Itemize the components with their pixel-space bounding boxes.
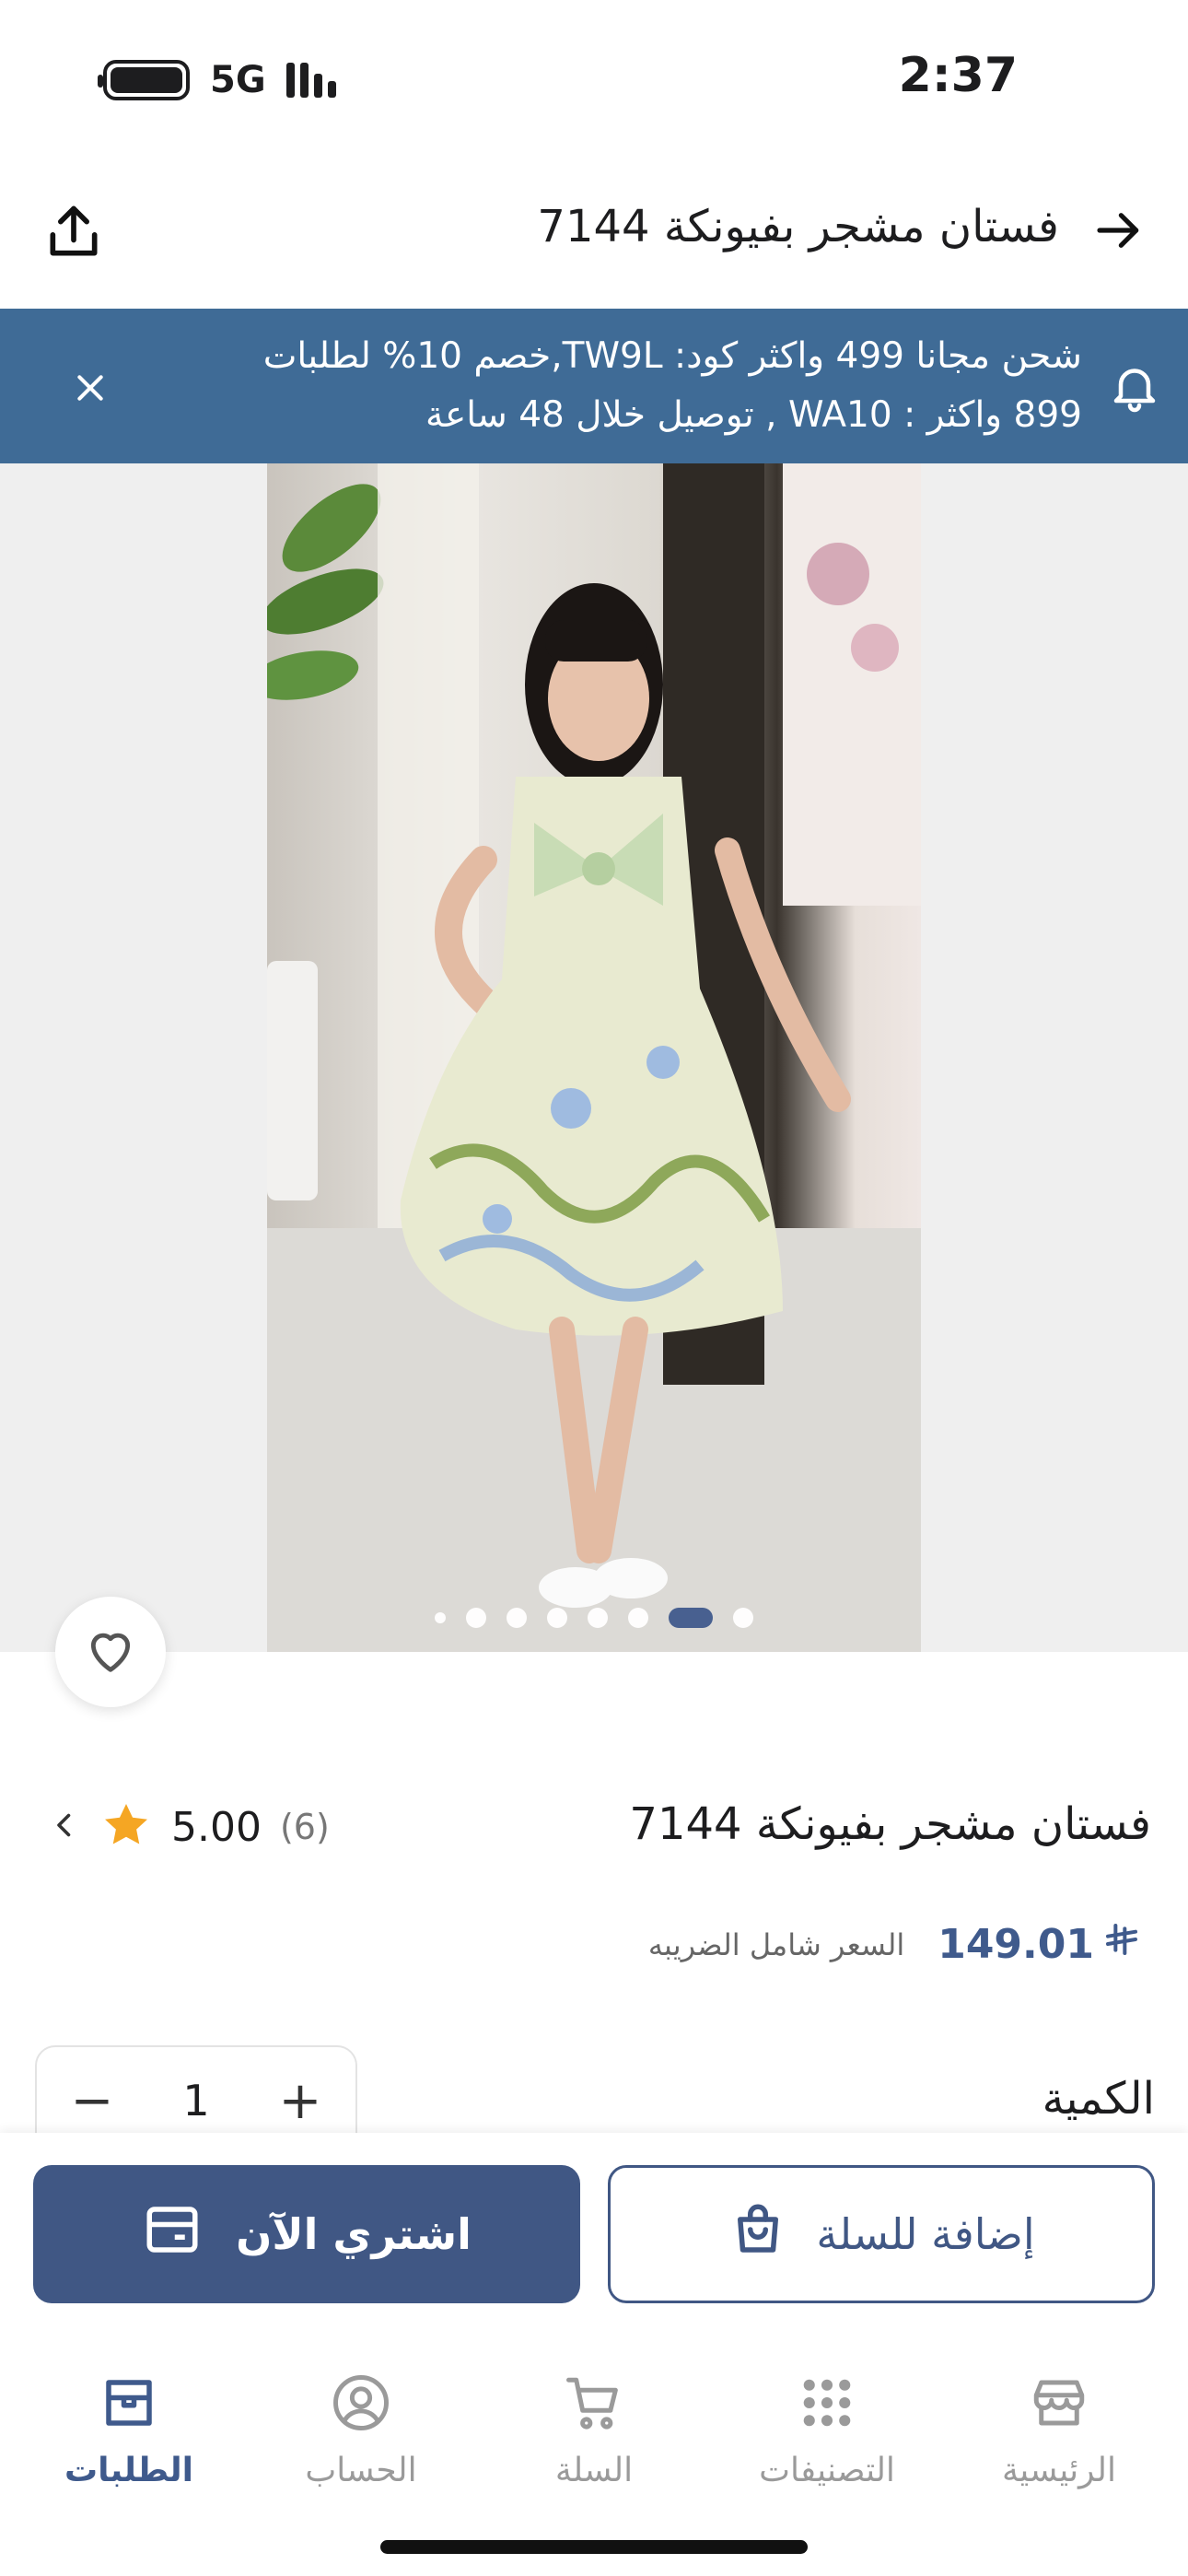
tab-account[interactable]: الحساب: [260, 2372, 462, 2489]
tab-label: التصنيفات: [759, 2452, 895, 2489]
product-price: 149.01: [938, 1921, 1140, 1968]
tab-label: السلة: [554, 2452, 634, 2489]
orders-box-icon: [99, 2372, 159, 2437]
quantity-label: الكمية: [1042, 2073, 1155, 2125]
tax-note: السعر شامل الضريبه: [647, 1926, 905, 1962]
buy-now-button[interactable]: اشتري الآن: [33, 2165, 580, 2303]
status-time: 2:37: [898, 48, 1018, 103]
tab-label: الحساب: [305, 2452, 417, 2489]
promo-line-2: 899 واكثر : WA10 , توصيل خلال 48 ساعة: [425, 394, 1082, 436]
reviews-count: (6): [279, 1807, 330, 1847]
tab-label: الرئيسية: [1002, 2452, 1116, 2489]
store-icon: [1029, 2372, 1089, 2437]
star-icon: [99, 1798, 153, 1856]
bell-icon: [1107, 359, 1162, 415]
price-value: 149.01: [938, 1921, 1094, 1968]
pagination-dot[interactable]: [588, 1608, 608, 1628]
page-header: فستان مشجر بفيونكة 7144: [0, 175, 1188, 309]
tab-home[interactable]: الرئيسية: [958, 2372, 1160, 2489]
cart-icon: [564, 2372, 624, 2437]
tab-label: الطلبات: [64, 2452, 193, 2489]
favorite-button[interactable]: [55, 1597, 166, 1707]
add-to-cart-button[interactable]: إضافة للسلة: [608, 2165, 1155, 2303]
price-row: 149.01 السعر شامل الضريبه: [648, 1921, 1140, 1968]
product-image[interactable]: [267, 463, 921, 1652]
promo-banner: شحن مجانا 499 واكثر كود: TW9L,خصم 10% لط…: [0, 309, 1188, 463]
tab-cart[interactable]: السلة: [493, 2372, 695, 2489]
pagination-dot[interactable]: [733, 1608, 753, 1628]
add-to-cart-label: إضافة للسلة: [816, 2209, 1035, 2259]
signal-icon: [285, 63, 336, 98]
pagination-dot[interactable]: [507, 1608, 527, 1628]
gallery-pagination[interactable]: [0, 1608, 1188, 1628]
promo-line-1: شحن مجانا 499 واكثر كود: TW9L,خصم 10% لط…: [262, 335, 1082, 377]
pagination-dot[interactable]: [547, 1608, 567, 1628]
quantity-increase-button[interactable]: +: [273, 2071, 328, 2131]
shopping-bag-icon: [728, 2199, 788, 2270]
arrow-right-icon[interactable]: [1087, 198, 1151, 263]
rating-summary[interactable]: 5.00 (6): [48, 1798, 330, 1856]
user-icon: [331, 2372, 391, 2437]
buy-now-label: اشتري الآن: [236, 2209, 472, 2259]
card-icon: [142, 2199, 203, 2270]
tab-categories[interactable]: التصنيفات: [726, 2372, 928, 2489]
promo-text: شحن مجانا 499 واكثر كود: TW9L,خصم 10% لط…: [124, 327, 1082, 445]
purchase-action-bar: اشتري الآن إضافة للسلة: [0, 2133, 1188, 2354]
quantity-decrease-button[interactable]: −: [64, 2071, 120, 2131]
pagination-dot[interactable]: [466, 1608, 486, 1628]
page-title: فستان مشجر بفيونكة 7144: [537, 201, 1059, 252]
rating-score: 5.00: [171, 1803, 262, 1851]
product-gallery[interactable]: [0, 463, 1188, 1652]
status-bar: 5G 2:37: [0, 0, 1188, 161]
riyal-icon: [1103, 1921, 1140, 1968]
quantity-value: 1: [182, 2076, 210, 2125]
battery-icon: [98, 60, 190, 100]
home-indicator: [380, 2540, 808, 2554]
tab-orders[interactable]: الطلبات: [28, 2372, 230, 2489]
share-icon[interactable]: [37, 195, 111, 269]
product-name: فستان مشجر بفيونكة 7144: [629, 1798, 1151, 1850]
close-icon[interactable]: [64, 362, 116, 414]
network-type: 5G: [210, 59, 266, 101]
pagination-dot[interactable]: [628, 1608, 648, 1628]
heart-icon: [81, 1621, 140, 1683]
pagination-dot-active[interactable]: [669, 1608, 713, 1628]
status-indicators: 5G: [98, 59, 336, 101]
grid-icon: [797, 2372, 857, 2437]
pagination-dot[interactable]: [435, 1612, 446, 1623]
chevron-left-icon[interactable]: [48, 1809, 81, 1845]
